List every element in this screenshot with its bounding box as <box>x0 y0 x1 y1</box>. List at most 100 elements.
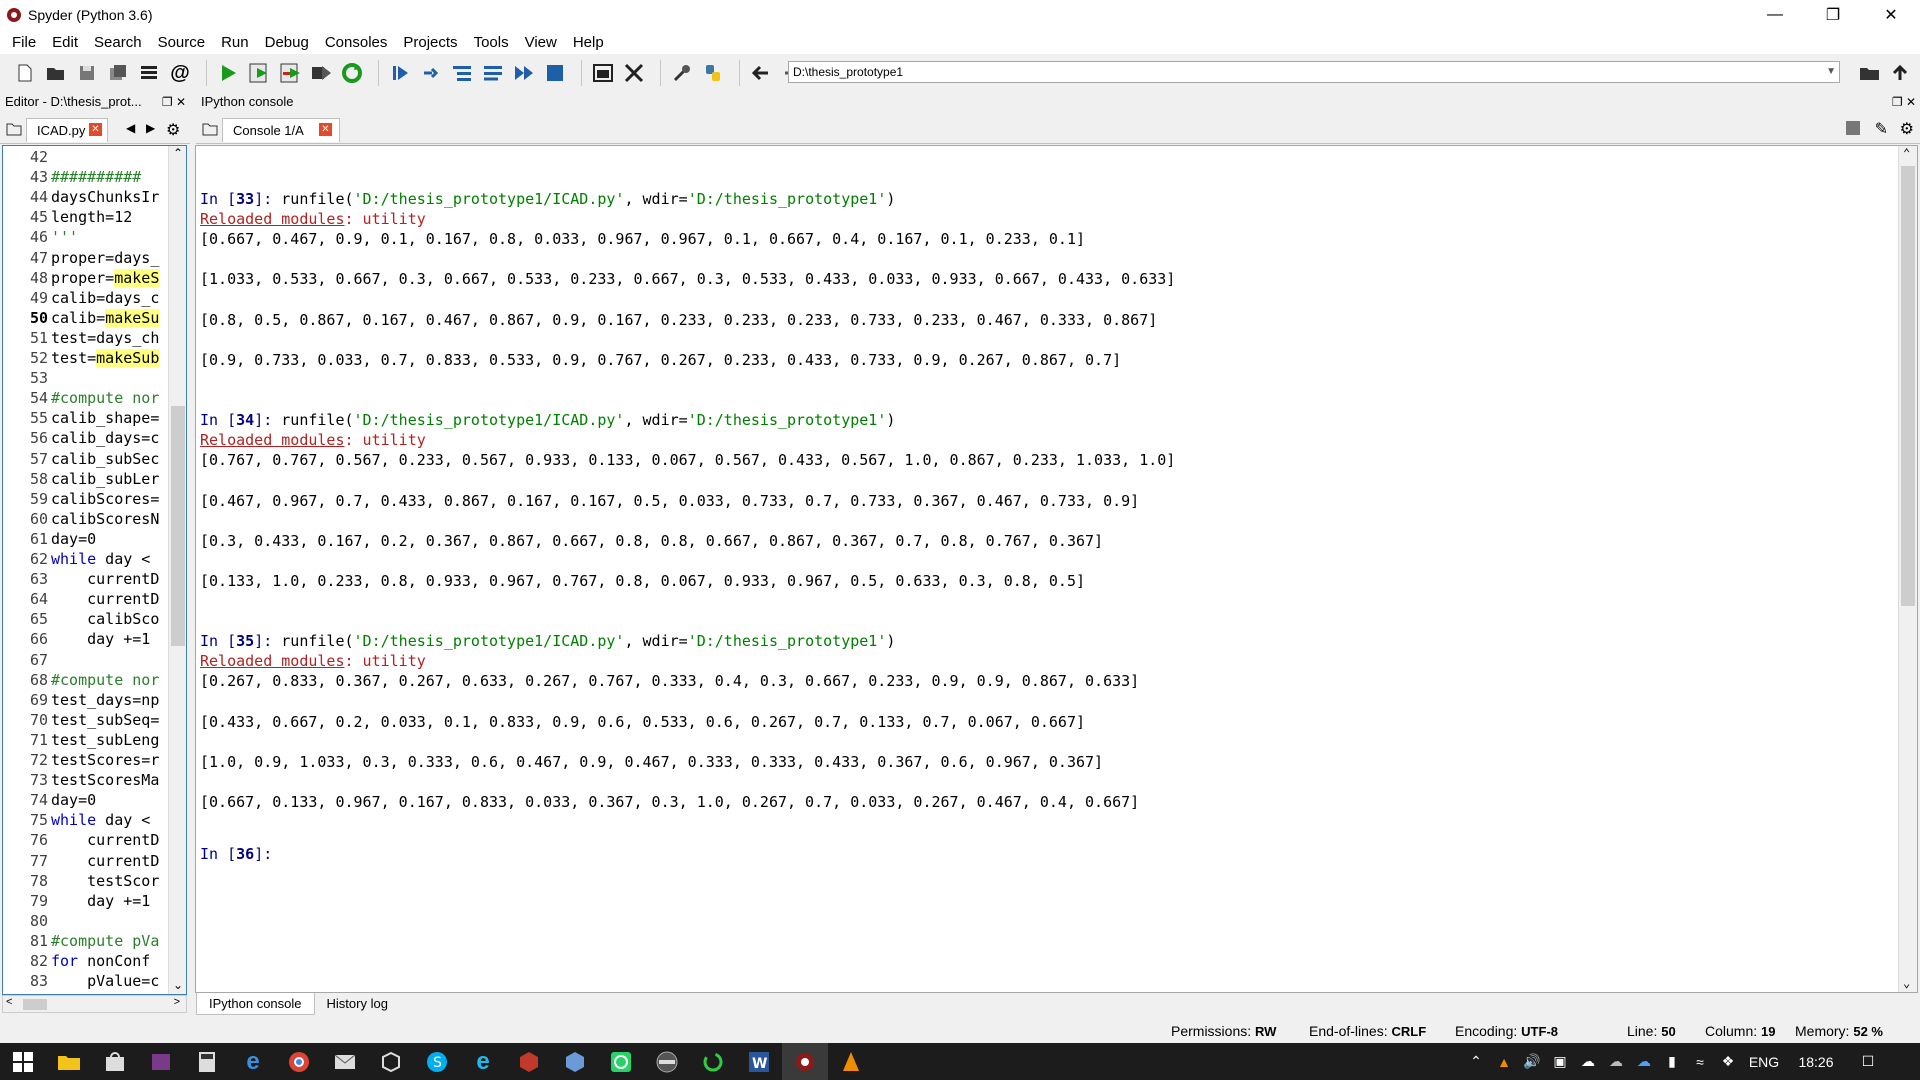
browse-tabs-icon[interactable] <box>6 122 22 139</box>
run-selection-icon[interactable] <box>308 60 334 86</box>
code-editor[interactable]: 42 43 44 45 46 47 48 49 50 51 52 53 54 55 56 57 58 59 60 61… <box>2 145 187 995</box>
menu-edit[interactable]: Edit <box>44 34 86 51</box>
menu-help[interactable]: Help <box>565 34 612 51</box>
scroll-down-icon[interactable]: ⌄ <box>173 978 183 992</box>
close-tab-icon[interactable]: ✕ <box>89 123 102 136</box>
menu-tools[interactable]: Tools <box>466 34 517 51</box>
rerun-icon[interactable] <box>339 60 365 86</box>
calculator-icon[interactable] <box>184 1043 230 1080</box>
gear-icon[interactable]: ⚙ <box>166 120 180 140</box>
scroll-up-icon[interactable]: ⌃ <box>173 146 183 160</box>
app-red-icon[interactable] <box>506 1043 552 1080</box>
app-round-icon[interactable] <box>644 1043 690 1080</box>
editor-tab-icad[interactable]: ICAD.py ✕ <box>26 118 108 142</box>
edge-icon[interactable]: e <box>230 1043 276 1080</box>
menu-source[interactable]: Source <box>150 34 214 51</box>
chevron-down-icon[interactable]: ▼ <box>1826 62 1836 82</box>
step-into-icon[interactable] <box>449 60 475 86</box>
at-icon[interactable]: @ <box>167 60 193 86</box>
onedrive-icon[interactable]: ☁ <box>1630 1053 1658 1070</box>
app-cube-icon[interactable] <box>552 1043 598 1080</box>
menu-run[interactable]: Run <box>213 34 257 51</box>
volume-icon[interactable]: 🔊 <box>1518 1053 1546 1070</box>
menu-projects[interactable]: Projects <box>395 34 465 51</box>
menu-consoles[interactable]: Consoles <box>317 34 396 51</box>
cloud-gray-icon[interactable]: ☁ <box>1602 1053 1630 1070</box>
run-cell-advance-icon[interactable] <box>277 60 303 86</box>
close-pane-icon[interactable]: ✕ <box>176 95 186 109</box>
scroll-left-icon[interactable]: < <box>6 996 12 1008</box>
tab-ipython-console[interactable]: IPython console <box>196 993 315 1015</box>
store-icon[interactable] <box>92 1043 138 1080</box>
restore-button[interactable]: ❐ <box>1804 0 1862 30</box>
scroll-left-icon[interactable]: ◀ <box>126 121 135 135</box>
new-file-icon[interactable] <box>12 60 38 86</box>
tab-history-log[interactable]: History log <box>315 993 400 1015</box>
ipython-console[interactable]: In [33]: runfile('D:/thesis_prototype1/I… <box>195 145 1918 993</box>
stop-debug-icon[interactable] <box>542 60 568 86</box>
close-pane-icon[interactable]: ✕ <box>1906 95 1916 109</box>
upload-cloud-icon[interactable]: ☁ <box>1574 1053 1602 1070</box>
internet-explorer-icon[interactable]: e <box>460 1043 506 1080</box>
menu-debug[interactable]: Debug <box>257 34 317 51</box>
skype-icon[interactable]: S <box>414 1043 460 1080</box>
word-icon[interactable]: W <box>736 1043 782 1080</box>
continue-icon[interactable] <box>511 60 537 86</box>
run-icon[interactable] <box>215 60 241 86</box>
working-directory-combobox[interactable]: D:\thesis_prototype1 ▼ <box>788 61 1840 83</box>
undock-icon[interactable]: ❐ <box>162 95 173 109</box>
run-cell-icon[interactable] <box>246 60 272 86</box>
close-tab-icon[interactable]: ✕ <box>319 123 332 136</box>
close-button[interactable]: ✕ <box>1862 0 1920 30</box>
show-hidden-icons-icon[interactable]: ⌃ <box>1462 1053 1490 1070</box>
undock-icon[interactable]: ❐ <box>1892 95 1903 109</box>
back-arrow-icon[interactable] <box>748 60 774 86</box>
editor-scroll-thumb[interactable] <box>171 406 185 646</box>
console-scroll-thumb[interactable] <box>1901 166 1915 606</box>
notifications-icon[interactable]: ☐ <box>1846 1053 1890 1070</box>
app-icon[interactable] <box>138 1043 184 1080</box>
wifi-icon[interactable]: ≈ <box>1686 1054 1714 1070</box>
debug-icon[interactable] <box>387 60 413 86</box>
scroll-up-icon[interactable]: ⌃ <box>1903 146 1910 160</box>
3d-viewer-icon[interactable] <box>368 1043 414 1080</box>
minimize-button[interactable]: — <box>1746 0 1804 30</box>
mail-icon[interactable] <box>322 1043 368 1080</box>
menu-search[interactable]: Search <box>86 34 150 51</box>
menu-view[interactable]: View <box>517 34 565 51</box>
python-path-icon[interactable] <box>700 60 726 86</box>
vlc-tray-icon[interactable]: ▲ <box>1490 1054 1518 1070</box>
stop-kernel-icon[interactable] <box>1846 121 1860 135</box>
parent-directory-icon[interactable] <box>1887 60 1913 86</box>
spinner-app-icon[interactable] <box>690 1043 736 1080</box>
file-explorer-icon[interactable] <box>46 1043 92 1080</box>
menu-file[interactable]: File <box>4 34 44 51</box>
console-tab-1a[interactable]: Console 1/A ✕ <box>222 118 340 142</box>
step-return-icon[interactable] <box>480 60 506 86</box>
scroll-right-icon[interactable]: > <box>174 996 180 1008</box>
whatsapp-icon[interactable] <box>598 1043 644 1080</box>
scroll-right-icon[interactable]: ▶ <box>146 121 155 135</box>
step-icon[interactable] <box>418 60 444 86</box>
clock[interactable]: 18:26 <box>1786 1054 1846 1070</box>
vlc-icon[interactable] <box>828 1043 874 1080</box>
browse-tabs-icon[interactable] <box>202 122 218 139</box>
browse-folder-icon[interactable] <box>1857 60 1883 86</box>
save-icon[interactable] <box>74 60 100 86</box>
windows-start-icon[interactable] <box>0 1043 46 1080</box>
chrome-icon[interactable] <box>276 1043 322 1080</box>
editor-horizontal-scrollbar[interactable]: < > <box>2 995 187 1013</box>
scroll-down-icon[interactable]: ⌄ <box>1903 976 1910 990</box>
editor-hscroll-thumb[interactable] <box>23 999 47 1010</box>
dropbox-icon[interactable]: ❖ <box>1714 1053 1742 1070</box>
console-vertical-scrollbar[interactable]: ⌃ ⌄ <box>1898 146 1917 992</box>
preferences-wrench-icon[interactable] <box>669 60 695 86</box>
open-file-icon[interactable] <box>43 60 69 86</box>
save-all-icon[interactable] <box>105 60 131 86</box>
security-icon[interactable]: ▣ <box>1546 1053 1574 1070</box>
battery-icon[interactable]: ▮ <box>1658 1053 1686 1070</box>
editor-vertical-scrollbar[interactable]: ⌃ ⌄ <box>168 146 186 994</box>
language-indicator[interactable]: ENG <box>1742 1054 1786 1070</box>
list-icon[interactable] <box>136 60 162 86</box>
gear-icon[interactable]: ⚙ <box>1900 119 1914 139</box>
